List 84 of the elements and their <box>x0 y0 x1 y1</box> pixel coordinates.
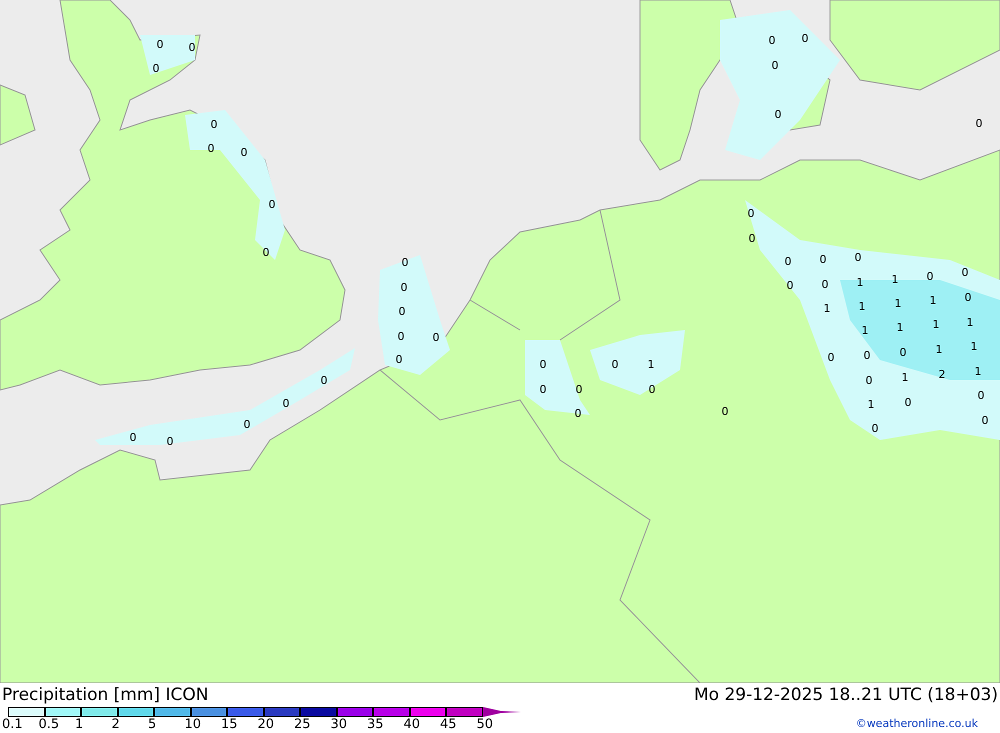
precipitation-value: 1 <box>856 276 864 289</box>
credit-link[interactable]: ©weatheronline.co.uk <box>856 716 998 732</box>
precipitation-value: 0 <box>926 270 934 283</box>
valid-time: Mo 29-12-2025 18..21 UTC (18+03) <box>694 686 998 704</box>
precipitation-value: 1 <box>970 340 978 353</box>
precipitation-value: 0 <box>748 232 756 245</box>
legend-label: 0.5 <box>38 717 60 732</box>
precipitation-value: 1 <box>858 300 866 313</box>
precipitation-value: 0 <box>188 41 196 54</box>
precipitation-value: 2 <box>938 368 946 381</box>
precipitation-value: 0 <box>866 374 872 387</box>
legend-label: 20 <box>258 717 276 732</box>
legend-label: 10 <box>184 717 202 732</box>
precipitation-value: 0 <box>978 389 984 402</box>
precipitation-value: 0 <box>772 59 778 72</box>
legend-label: 2 <box>112 717 121 732</box>
precipitation-value: 0 <box>400 281 408 294</box>
precipitation-value: 1 <box>824 302 830 315</box>
precipitation-value: 0 <box>962 266 968 279</box>
precipitation-area <box>140 35 195 75</box>
precipitation-value: 0 <box>156 38 164 51</box>
legend-label: 50 <box>476 717 494 732</box>
precipitation-value: 0 <box>828 351 834 364</box>
precipitation-value: 1 <box>974 365 982 378</box>
map-title: Precipitation [mm] ICON <box>2 686 208 704</box>
precipitation-value: 0 <box>822 278 828 291</box>
precipitation-value: 0 <box>774 108 782 121</box>
precipitation-value: 0 <box>244 418 250 431</box>
precipitation-value: 0 <box>152 62 160 75</box>
precipitation-value: 0 <box>262 246 270 259</box>
precipitation-value: 0 <box>748 207 754 220</box>
precipitation-value: 0 <box>396 353 402 366</box>
precipitation-value: 1 <box>902 371 908 384</box>
precipitation-value: 0 <box>904 396 912 409</box>
precipitation-value: 0 <box>282 397 290 410</box>
precipitation-value: 0 <box>722 405 728 418</box>
precipitation-value: 0 <box>802 32 808 45</box>
precipitation-value: 0 <box>166 435 174 448</box>
precipitation-value: 0 <box>398 305 406 318</box>
legend-label: 30 <box>330 717 348 732</box>
precipitation-value: 0 <box>576 383 582 396</box>
legend-label: 45 <box>440 717 458 732</box>
legend-label: 0.1 <box>2 717 24 732</box>
precipitation-value: 0 <box>130 431 136 444</box>
precipitation-value: 0 <box>540 358 546 371</box>
precipitation-value: 0 <box>574 407 582 420</box>
precipitation-value: 1 <box>936 343 942 356</box>
precipitation-value: 1 <box>930 294 936 307</box>
precipitation-value: 0 <box>900 346 906 359</box>
precipitation-value: 0 <box>320 374 328 387</box>
precipitation-value: 1 <box>894 297 902 310</box>
precipitation-value: 0 <box>872 422 878 435</box>
precipitation-value: 0 <box>208 142 214 155</box>
precipitation-value: 0 <box>402 256 408 269</box>
precipitation-value: 1 <box>896 321 904 334</box>
precipitation-value: 0 <box>976 117 982 130</box>
legend-label: 25 <box>294 717 312 732</box>
precipitation-value: 0 <box>864 349 870 362</box>
precipitation-value: 1 <box>648 358 654 371</box>
precipitation-value: 0 <box>210 118 218 131</box>
legend-label: 15 <box>221 717 239 732</box>
precipitation-value: 0 <box>398 330 404 343</box>
precipitation-value: 0 <box>964 291 972 304</box>
precipitation-value: 0 <box>648 383 656 396</box>
precipitation-value: 0 <box>612 358 618 371</box>
precipitation-value: 0 <box>786 279 794 292</box>
legend-label: 40 <box>404 717 422 732</box>
precipitation-value: 0 <box>982 414 988 427</box>
legend-label: 1 <box>75 717 84 732</box>
precipitation-value: 1 <box>932 318 940 331</box>
precipitation-value: 0 <box>240 146 248 159</box>
precipitation-value: 1 <box>868 398 874 411</box>
precipitation-value: 0 <box>854 251 862 264</box>
precipitation-value: 0 <box>768 34 776 47</box>
legend-label: 35 <box>367 717 385 732</box>
precipitation-value: 0 <box>820 253 826 266</box>
legend-label: 5 <box>148 717 158 732</box>
precipitation-value: 0 <box>540 383 546 396</box>
precipitation-value: 0 <box>432 331 440 344</box>
precipitation-value: 1 <box>862 324 868 337</box>
precipitation-value: 0 <box>268 198 276 211</box>
precipitation-value: 1 <box>966 316 974 329</box>
precipitation-value: 1 <box>892 273 898 286</box>
precipitation-value: 0 <box>784 255 792 268</box>
